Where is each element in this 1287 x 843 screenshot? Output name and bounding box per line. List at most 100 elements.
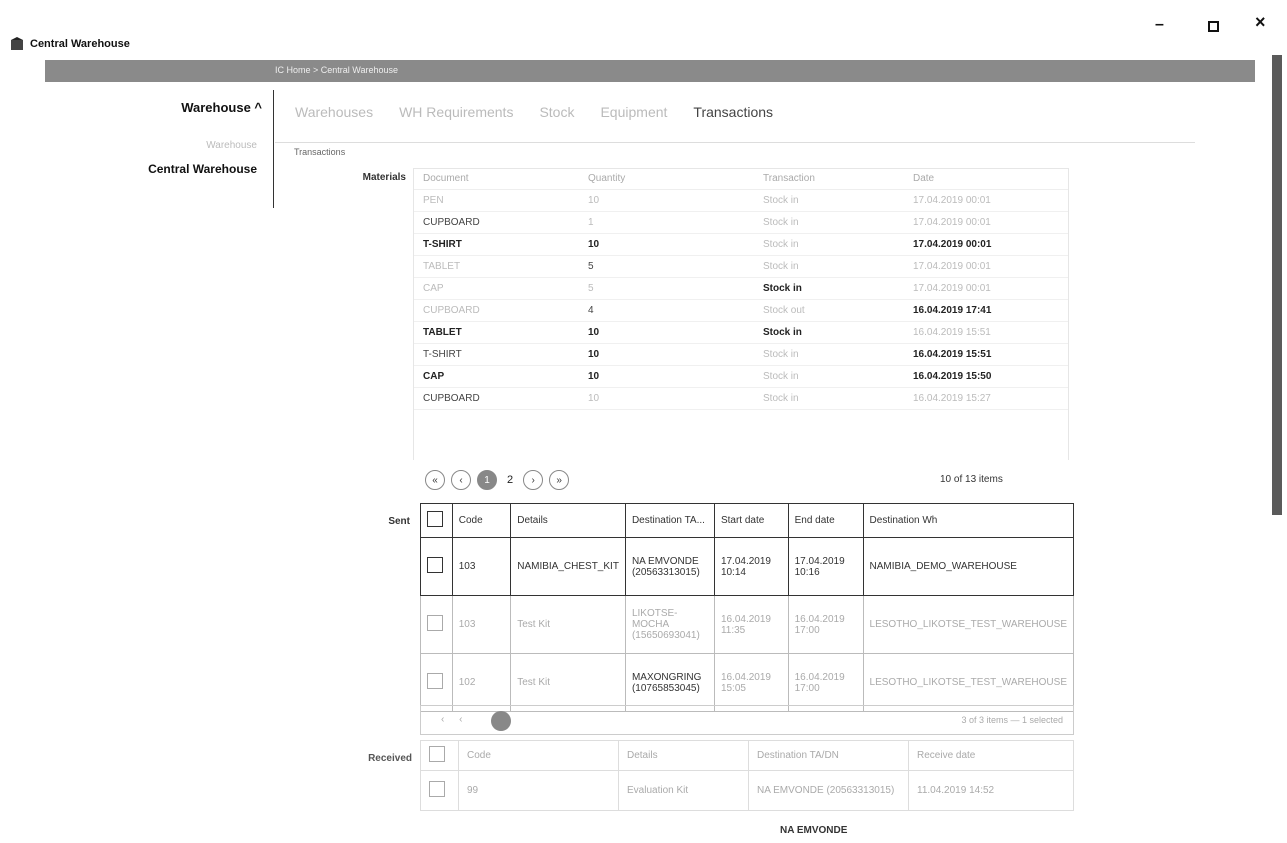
maximize-icon[interactable] bbox=[1208, 21, 1219, 32]
cell-document: CUPBOARD bbox=[423, 305, 480, 316]
cell-quantity: 10 bbox=[588, 349, 600, 360]
tab-wh-requirements[interactable]: WH Requirements bbox=[399, 104, 513, 120]
table-row[interactable]: 103 Test Kit LIKOTSE-MOCHA (15650693041)… bbox=[420, 595, 1075, 654]
sent-pager-nav-icons[interactable]: ‹ ‹ bbox=[441, 714, 468, 725]
breadcrumb[interactable]: IC Home > Central Warehouse bbox=[275, 65, 398, 75]
table-row[interactable]: CUPBOARD 10 Stock in 16.04.2019 15:27 bbox=[413, 388, 1069, 410]
select-all-cell bbox=[420, 740, 459, 771]
title-bar: Central Warehouse – × bbox=[0, 0, 1287, 60]
col-header-document[interactable]: Document bbox=[413, 173, 578, 184]
row-select-cell bbox=[420, 595, 453, 654]
col-header-code[interactable]: Code bbox=[458, 740, 619, 771]
col-header-date[interactable]: Date bbox=[903, 173, 1069, 184]
table-row[interactable]: CAP 10 Stock in 16.04.2019 15:50 bbox=[413, 366, 1069, 388]
cell-destination-ta: LIKOTSE-MOCHA (15650693041) bbox=[624, 595, 715, 654]
cell-transaction: Stock in bbox=[763, 217, 799, 228]
page-button-2[interactable]: 2 bbox=[503, 474, 517, 486]
sent-header-row: Code Details Destination TA... Start dat… bbox=[420, 503, 1075, 538]
vertical-scrollbar[interactable] bbox=[1272, 55, 1282, 515]
cell-quantity: 10 bbox=[588, 327, 600, 338]
section-label: Transactions bbox=[294, 147, 346, 157]
cell-date: 16.04.2019 17:41 bbox=[913, 305, 992, 316]
row-checkbox[interactable] bbox=[427, 615, 443, 631]
row-checkbox[interactable] bbox=[429, 781, 445, 797]
col-header-destination[interactable]: Destination TA/DN bbox=[748, 740, 909, 771]
cell-receive-date: 11.04.2019 14:52 bbox=[908, 770, 1074, 811]
cell-document: CAP bbox=[423, 283, 444, 294]
col-header-end-date[interactable]: End date bbox=[787, 503, 864, 538]
table-row[interactable]: TABLET 5 Stock in 17.04.2019 00:01 bbox=[413, 256, 1069, 278]
cell-document: TABLET bbox=[423, 327, 462, 338]
window-title: Central Warehouse bbox=[30, 38, 130, 50]
cell-date: 17.04.2019 00:01 bbox=[913, 195, 991, 206]
col-header-start-date[interactable]: Start date bbox=[713, 503, 789, 538]
col-header-destination-wh[interactable]: Destination Wh bbox=[862, 503, 1075, 538]
table-row[interactable]: 102 Test Kit MAXONGRING (10765853045) 16… bbox=[420, 653, 1075, 712]
table-row[interactable]: T-SHIRT 10 Stock in 16.04.2019 15:51 bbox=[413, 344, 1069, 366]
cell-transaction: Stock in bbox=[763, 195, 799, 206]
cell-document: T-SHIRT bbox=[423, 239, 462, 250]
page-button-current[interactable]: 1 bbox=[477, 470, 497, 490]
sent-page-button-current[interactable] bbox=[491, 711, 511, 731]
col-header-quantity[interactable]: Quantity bbox=[578, 173, 753, 184]
cell-quantity: 1 bbox=[588, 217, 594, 228]
tab-transactions[interactable]: Transactions bbox=[693, 104, 773, 120]
table-row[interactable]: TABLET 10 Stock in 16.04.2019 15:51 bbox=[413, 322, 1069, 344]
last-page-icon[interactable]: » bbox=[549, 470, 570, 490]
minimize-icon[interactable]: – bbox=[1155, 16, 1164, 34]
table-row[interactable]: 103 NAMIBIA_CHEST_KIT NA EMVONDE (205633… bbox=[420, 537, 1075, 596]
cell-code: 99 bbox=[458, 770, 619, 811]
row-checkbox[interactable] bbox=[427, 673, 443, 689]
tab-equipment[interactable]: Equipment bbox=[600, 104, 667, 120]
row-checkbox[interactable] bbox=[427, 557, 443, 573]
tab-warehouses[interactable]: Warehouses bbox=[295, 104, 373, 120]
col-header-details[interactable]: Details bbox=[510, 503, 626, 538]
app-icon bbox=[11, 37, 23, 50]
nav-divider bbox=[273, 90, 274, 208]
cell-destination: NA EMVONDE (20563313015) bbox=[748, 770, 909, 811]
col-header-receive-date[interactable]: Receive date bbox=[908, 740, 1074, 771]
col-header-destination-ta[interactable]: Destination TA... bbox=[624, 503, 715, 538]
cell-quantity: 4 bbox=[588, 305, 594, 316]
table-row[interactable]: CAP 5 Stock in 17.04.2019 00:01 bbox=[413, 278, 1069, 300]
cell-document: T-SHIRT bbox=[423, 349, 462, 360]
first-page-icon[interactable]: « bbox=[425, 470, 445, 490]
cell-details: Evaluation Kit bbox=[618, 770, 749, 811]
table-row[interactable]: 99 Evaluation Kit NA EMVONDE (2056331301… bbox=[420, 770, 1074, 811]
table-row[interactable]: T-SHIRT 10 Stock in 17.04.2019 00:01 bbox=[413, 234, 1069, 256]
received-header-row: Code Details Destination TA/DN Receive d… bbox=[420, 740, 1074, 771]
col-header-transaction[interactable]: Transaction bbox=[753, 173, 903, 184]
received-table: Code Details Destination TA/DN Receive d… bbox=[420, 740, 1074, 811]
table-row[interactable]: CUPBOARD 1 Stock in 17.04.2019 00:01 bbox=[413, 212, 1069, 234]
cell-destination-ta: NA EMVONDE (20563313015) bbox=[624, 537, 715, 596]
col-header-details[interactable]: Details bbox=[618, 740, 749, 771]
row-select-cell bbox=[420, 770, 459, 811]
close-icon[interactable]: × bbox=[1255, 12, 1266, 33]
table-row[interactable]: PEN 10 Stock in 17.04.2019 00:01 bbox=[413, 190, 1069, 212]
cell-details: NAMIBIA_CHEST_KIT bbox=[510, 537, 626, 596]
cell-document: PEN bbox=[423, 195, 444, 206]
cell-destination-wh: LESOTHO_LIKOTSE_TEST_WAREHOUSE bbox=[862, 595, 1075, 654]
received-next-row-partial: NA EMVONDE bbox=[780, 825, 848, 836]
nav-warehouse-toggle[interactable]: Warehouse ^ bbox=[181, 100, 262, 115]
next-page-icon[interactable]: › bbox=[523, 470, 544, 490]
prev-page-icon[interactable]: ‹ bbox=[451, 470, 471, 490]
table-row[interactable]: CUPBOARD 4 Stock out 16.04.2019 17:41 bbox=[413, 300, 1069, 322]
cell-document: CUPBOARD bbox=[423, 217, 480, 228]
cell-transaction: Stock in bbox=[763, 239, 799, 250]
cell-document: CAP bbox=[423, 371, 445, 382]
col-header-code[interactable]: Code bbox=[451, 503, 512, 538]
section-divider bbox=[275, 142, 1195, 143]
cell-code: 103 bbox=[451, 595, 512, 654]
cell-quantity: 10 bbox=[588, 195, 600, 206]
cell-quantity: 10 bbox=[588, 393, 600, 404]
select-all-checkbox[interactable] bbox=[427, 511, 443, 527]
cell-quantity: 10 bbox=[588, 239, 600, 250]
select-all-checkbox[interactable] bbox=[429, 746, 445, 762]
nav-item-central-warehouse[interactable]: Central Warehouse bbox=[148, 162, 257, 176]
cell-document: TABLET bbox=[423, 261, 461, 272]
cell-start-date: 16.04.2019 11:35 bbox=[713, 595, 789, 654]
tab-stock[interactable]: Stock bbox=[539, 104, 574, 120]
cell-code: 102 bbox=[451, 653, 512, 712]
materials-table: Document Quantity Transaction Date PEN 1… bbox=[413, 168, 1069, 460]
